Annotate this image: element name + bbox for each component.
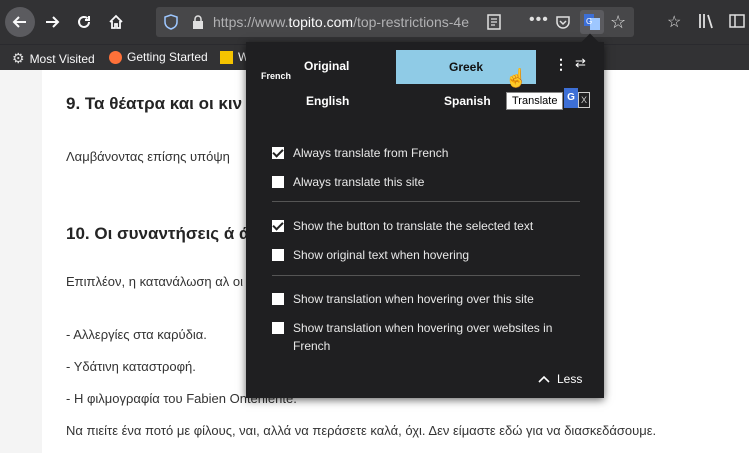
library-icon[interactable] xyxy=(697,12,715,35)
sidebar-icon[interactable] xyxy=(728,12,746,35)
checkbox[interactable] xyxy=(272,176,284,188)
source-language-label: French xyxy=(261,71,292,81)
page-gutter xyxy=(0,70,42,453)
bookmark-most-visited[interactable]: ⚙ Most Visited xyxy=(12,50,95,67)
bookmark-third[interactable]: W xyxy=(220,50,249,64)
reload-icon xyxy=(78,15,90,28)
alt-language-english[interactable]: English xyxy=(306,94,349,108)
bookmark-getting-started[interactable]: Getting Started xyxy=(109,50,208,64)
reload-button[interactable] xyxy=(70,7,98,37)
chevron-up-icon xyxy=(538,375,550,383)
arrow-left-icon xyxy=(12,16,26,28)
option-show-original-hover[interactable]: Show original text when hovering xyxy=(272,246,469,264)
tracking-shield-icon[interactable] xyxy=(164,14,178,30)
checkbox[interactable] xyxy=(272,293,284,305)
svg-text:G: G xyxy=(586,17,592,26)
option-translation-hover-site[interactable]: Show translation when hovering over this… xyxy=(272,290,534,308)
home-icon xyxy=(109,14,123,29)
bookmark-star-icon[interactable]: ☆ xyxy=(610,12,626,33)
divider xyxy=(272,201,580,202)
firefox-icon xyxy=(109,50,122,64)
back-button[interactable] xyxy=(5,7,35,37)
url-bar[interactable]: https://www.topito.com/top-restrictions-… xyxy=(156,7,634,37)
translate-button-close-icon[interactable]: X xyxy=(578,92,590,108)
option-always-translate-language[interactable]: Always translate from French xyxy=(272,144,448,162)
home-button[interactable] xyxy=(101,7,131,37)
page-actions-more-icon[interactable]: ••• xyxy=(529,11,549,29)
arrow-right-icon xyxy=(46,16,60,28)
less-button[interactable]: Less xyxy=(538,372,582,386)
swap-languages-icon[interactable]: ⇄ xyxy=(575,55,586,71)
checkbox[interactable] xyxy=(272,220,284,232)
tab-original[interactable]: Original xyxy=(304,59,349,73)
divider xyxy=(272,275,580,276)
pocket-icon[interactable] xyxy=(555,14,571,30)
translate-extension-icon[interactable]: G xyxy=(580,10,604,34)
hand-cursor-icon: ☝ xyxy=(505,68,528,88)
url-text[interactable]: https://www.topito.com/top-restrictions-… xyxy=(213,14,480,30)
alt-language-spanish[interactable]: Spanish xyxy=(444,94,491,108)
translate-tooltip: Translate xyxy=(506,92,564,110)
checkbox[interactable] xyxy=(272,322,284,334)
option-translation-hover-language[interactable]: Show translation when hovering over webs… xyxy=(272,319,582,355)
forward-button[interactable] xyxy=(38,7,66,37)
popup-menu-icon[interactable]: ⋮ xyxy=(554,56,568,73)
gear-icon: ⚙ xyxy=(12,50,25,66)
bookmark-favicon-icon xyxy=(220,50,233,64)
translate-button-icon[interactable]: G xyxy=(564,88,578,108)
translate-popup: French Original Greek English Spanish ⋮ … xyxy=(246,33,604,398)
checkbox[interactable] xyxy=(272,249,284,261)
bookmarks-star-icon[interactable]: ☆ xyxy=(667,12,681,32)
lock-icon[interactable] xyxy=(192,15,204,29)
browser-toolbar: https://www.topito.com/top-restrictions-… xyxy=(0,0,749,44)
reader-view-icon[interactable] xyxy=(485,13,503,31)
checkbox[interactable] xyxy=(272,147,284,159)
option-always-translate-site[interactable]: Always translate this site xyxy=(272,173,424,191)
option-show-translate-button[interactable]: Show the button to translate the selecte… xyxy=(272,217,533,235)
article-paragraph-last: Να πιείτε ένα ποτό με φίλους, ναι, αλλά … xyxy=(66,423,657,438)
